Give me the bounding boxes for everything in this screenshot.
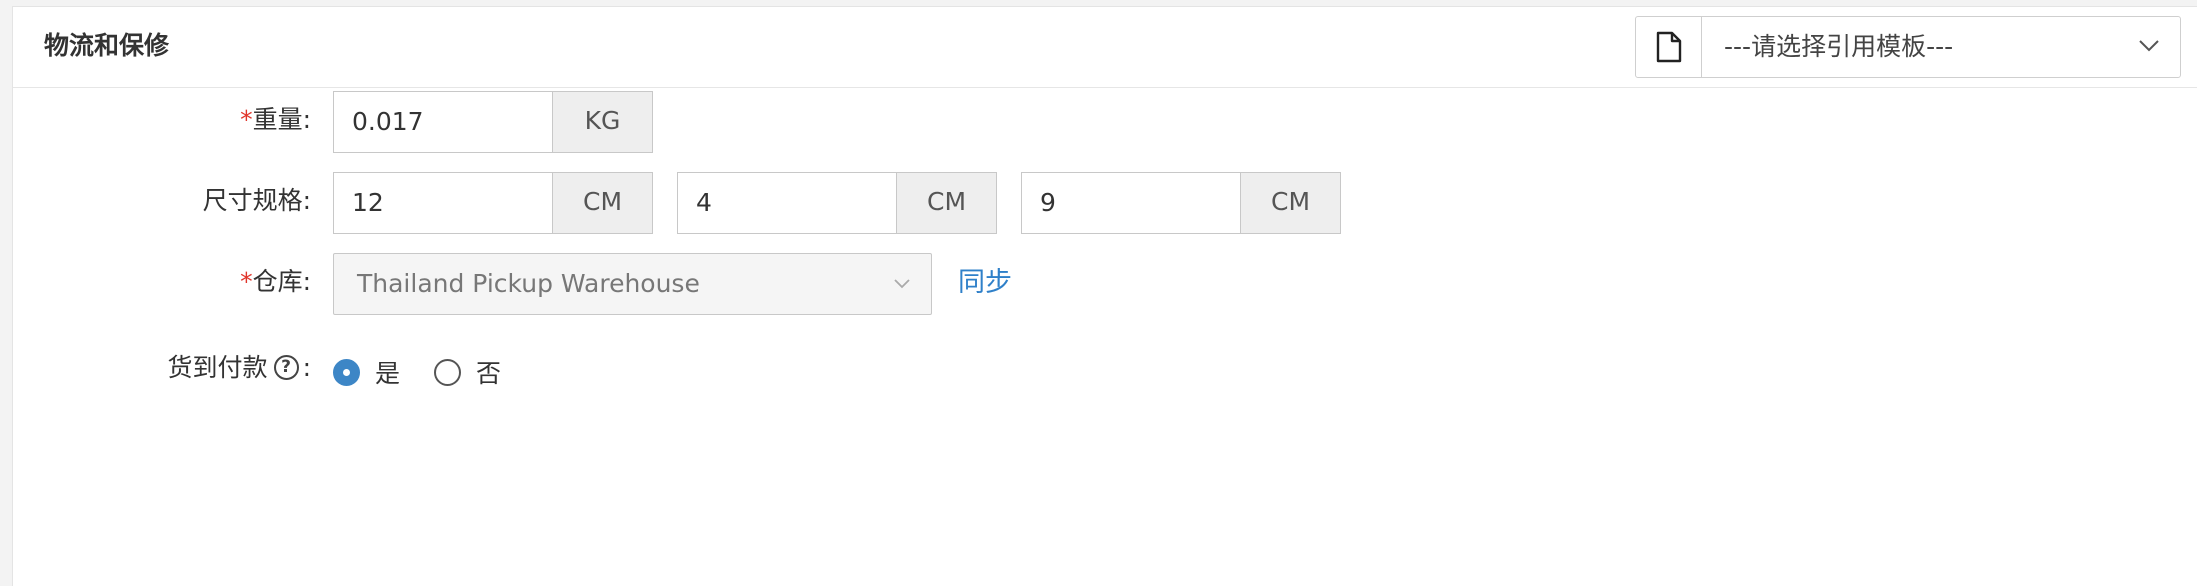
width-input[interactable]: 4 [677,172,897,234]
question-circle-icon[interactable]: ? [273,354,299,380]
warehouse-value: Thailand Pickup Warehouse [357,269,700,298]
length-value: 12 [352,188,384,217]
warehouse-label-text: 仓库: [252,267,311,296]
warehouse-select[interactable]: Thailand Pickup Warehouse [333,253,932,315]
chevron-down-icon [2138,33,2160,63]
radio-yes[interactable] [333,358,360,386]
panel-header: 物流和保修 ---请选择引用模板--- [13,7,2197,88]
width-value: 4 [696,188,712,217]
height-unit: CM [1240,172,1341,234]
warehouse-label: *仓库: [240,265,311,299]
weight-value: 0.017 [352,107,424,136]
template-select[interactable]: ---请选择引用模板--- [1635,16,2181,78]
length-input[interactable]: 12 [333,172,553,234]
height-input[interactable]: 9 [1021,172,1241,234]
width-unit: CM [896,172,997,234]
cod-label: 货到付款?: [168,351,311,385]
template-select-value: ---请选择引用模板--- [1724,32,1954,61]
radio-no-label: 否 [476,359,502,388]
chevron-down-icon [893,274,911,298]
weight-label: *重量: [240,103,311,137]
weight-input[interactable]: 0.017 [333,91,553,153]
required-mark: * [240,105,253,134]
sync-link[interactable]: 同步 [958,266,1012,300]
cod-option-yes[interactable]: 是 [333,354,400,390]
cod-label-text: 货到付款 [167,353,268,382]
dimensions-label: 尺寸规格: [202,186,311,215]
required-mark: * [240,267,253,296]
logistics-warranty-panel: 物流和保修 ---请选择引用模板--- *重量: 0.017 KG 尺寸规格: … [12,6,2197,586]
weight-label-text: 重量: [252,105,311,134]
height-value: 9 [1040,188,1056,217]
cod-option-no[interactable]: 否 [434,354,501,390]
length-unit: CM [552,172,653,234]
panel-title: 物流和保修 [44,31,170,60]
document-icon[interactable] [1636,17,1702,77]
radio-no[interactable] [434,358,461,386]
radio-yes-label: 是 [375,359,401,388]
cod-label-colon: : [302,353,311,382]
weight-unit: KG [552,91,653,153]
